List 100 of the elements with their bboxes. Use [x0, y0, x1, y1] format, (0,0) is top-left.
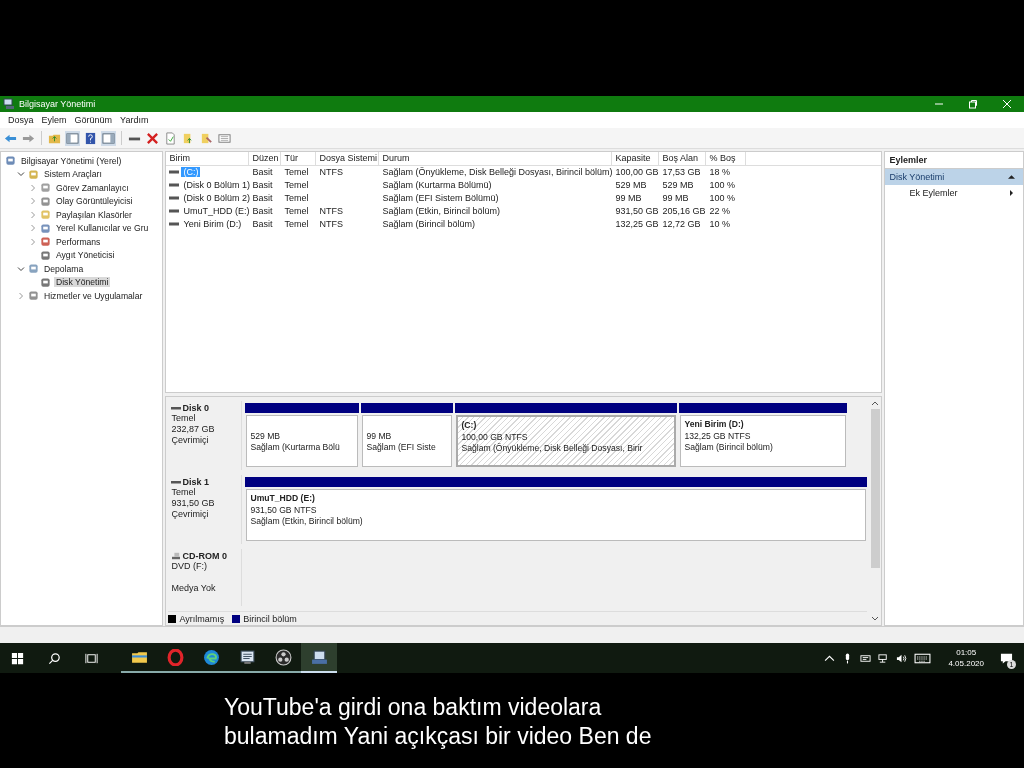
tree-node-icon	[28, 263, 39, 275]
computer-icon	[310, 648, 328, 666]
tree-item[interactable]: Aygıt Yöneticisi	[54, 250, 117, 261]
table-cell-text: 100 %	[708, 180, 736, 191]
partition-name: (C:)	[461, 420, 478, 432]
menu-item[interactable]: Eylem	[37, 115, 71, 125]
drive-icon	[169, 169, 180, 176]
tree-node-icon	[40, 182, 51, 194]
tree-node-icon	[5, 155, 16, 167]
ring-icon	[166, 648, 184, 666]
tree-item[interactable]: Disk Yönetimi	[54, 277, 111, 288]
help-icon[interactable]	[83, 130, 98, 146]
table-cell[interactable]: (Disk 0 Bölüm 2)	[181, 193, 252, 203]
volume-icon[interactable]	[896, 652, 908, 664]
tree-node-icon	[40, 222, 51, 234]
drive-icon	[169, 195, 180, 201]
partition-box[interactable]: UmuT_HDD (E:) 931,50 GB NTFS Sağlam (Etkin, Birincil bölüm)	[246, 489, 867, 541]
notification-icon[interactable]	[999, 651, 1013, 665]
disk-info: Temel	[171, 413, 197, 424]
table-cell[interactable]: UmuT_HDD (E:)	[181, 205, 252, 216]
close-icon[interactable]	[1002, 99, 1012, 109]
action-item[interactable]: Ek Eylemler	[909, 188, 958, 198]
window-title: Bilgisayar Yönetimi	[19, 99, 96, 109]
computer-icon	[3, 98, 15, 110]
partition-status: Sağlam (Etkin, Birincil bölüm)	[250, 516, 364, 528]
disk-info: Temel	[171, 487, 197, 498]
partition-box[interactable]: Yeni Birim (D:) 132,25 GB NTFS Sağlam (Birincil bölüm)	[680, 415, 847, 467]
subtitle-line: YouTube'a girdi ona baktım videolara	[224, 693, 603, 722]
input-method-icon[interactable]	[860, 652, 872, 664]
mmc-taskbar-button[interactable]	[301, 643, 337, 673]
partition-box[interactable]: 99 MB Sağlam (EFI Siste	[362, 415, 453, 467]
disk-info: Çevrimiçi	[171, 435, 210, 446]
table-cell-text: Basit	[251, 180, 274, 191]
disk-info: DVD (F:)	[171, 561, 208, 572]
partition-size: 132,25 GB NTFS	[684, 430, 752, 442]
disk-info: Medya Yok	[171, 583, 217, 594]
partition-status: Sağlam (EFI Siste	[366, 442, 437, 454]
table-cell-text: 529 MB	[614, 180, 648, 191]
tree-item[interactable]: Olay Görüntüleyicisi	[54, 196, 135, 207]
partition-box[interactable]: 529 MB Sağlam (Kurtarma Bölü	[246, 415, 359, 467]
tree-item[interactable]: Bilgisayar Yönetimi (Yerel)	[19, 155, 124, 166]
table-cell[interactable]: Yeni Birim (D:)	[181, 218, 244, 229]
table-cell-text: Sağlam (Birincil bölüm)	[381, 218, 476, 229]
column-header[interactable]: Düzen	[249, 152, 282, 165]
disk-name: Disk 1	[182, 477, 209, 487]
disk-info: 232,87 GB	[171, 424, 216, 435]
menu-item[interactable]: Görünüm	[70, 115, 117, 125]
column-header[interactable]: % Boş	[706, 152, 747, 165]
network-icon[interactable]	[878, 652, 890, 664]
start-icon[interactable]	[10, 650, 25, 666]
drive-icon	[169, 182, 180, 189]
keyboard-icon[interactable]	[914, 652, 932, 664]
actions-section[interactable]: Disk Yönetimi	[885, 169, 1023, 185]
tree-item[interactable]: Sistem Araçları	[42, 169, 104, 180]
table-cell-text: Temel	[283, 218, 310, 229]
table-cell-text: 529 MB	[661, 180, 695, 191]
monitor-icon	[238, 648, 256, 666]
scroll-up-icon[interactable]	[871, 400, 880, 406]
column-header[interactable]: Boş Alan	[659, 152, 707, 165]
tree-node-icon	[40, 209, 51, 221]
tree-item[interactable]: Paylaşılan Klasörler	[54, 209, 134, 220]
tree-item[interactable]: Yerel Kullanıcılar ve Gru	[54, 223, 151, 234]
menu-item[interactable]: Yardım	[116, 115, 153, 125]
maximize-icon[interactable]	[968, 99, 978, 109]
drive-icon	[169, 207, 180, 214]
partition-size: 931,50 GB NTFS	[250, 504, 318, 516]
drive-icon	[169, 220, 180, 227]
disk-info: 931,50 GB	[171, 498, 216, 509]
table-cell-text: 205,16 GB	[661, 205, 707, 216]
tree-item[interactable]: Depolama	[42, 263, 86, 274]
column-header[interactable]: Durum	[379, 152, 613, 165]
table-cell-text: 100,00 GB	[614, 167, 660, 178]
clock[interactable]: 01:05 4.05.2020	[948, 647, 984, 669]
tree-item[interactable]: Performans	[54, 236, 103, 247]
column-header[interactable]: Kapasite	[612, 152, 660, 165]
tree-node-icon	[40, 276, 51, 288]
column-header[interactable]: Birim	[166, 152, 250, 165]
column-header[interactable]: Tür	[281, 152, 317, 165]
menu-item[interactable]: Dosya	[4, 115, 38, 125]
partition-status: Sağlam (Önyükleme, Disk Belleği Dosyası, Birir	[461, 443, 644, 455]
column-header[interactable]: Dosya Sistemi	[316, 152, 380, 165]
tree-item[interactable]: Görev Zamanlayıcı	[54, 182, 131, 193]
partition-box[interactable]: (C:) 100,00 GB NTFS Sağlam (Önyükleme, Disk Belleği Dosyası, Birir	[456, 415, 677, 467]
cd-drive-icon	[171, 552, 182, 560]
table-cell-text: Temel	[283, 205, 310, 216]
panel-icon[interactable]	[101, 130, 116, 146]
tree-node-icon	[28, 290, 39, 302]
table-cell-text: 99 MB	[661, 193, 690, 203]
tree-item[interactable]: Hizmetler ve Uygulamalar	[42, 290, 145, 301]
table-cell-text: 12,72 GB	[661, 218, 702, 229]
scroll-down-icon[interactable]	[871, 616, 880, 622]
panel-icon[interactable]	[65, 130, 80, 146]
table-cell-text: NTFS	[318, 167, 344, 178]
caret-icon[interactable]	[824, 652, 836, 664]
table-cell-text: NTFS	[318, 205, 344, 216]
table-cell[interactable]: (Disk 0 Bölüm 1)	[181, 180, 252, 191]
collapse-icon[interactable]	[1008, 174, 1015, 180]
search-icon[interactable]	[47, 650, 62, 666]
delete-icon[interactable]	[145, 130, 160, 146]
table-cell-text: Basit	[251, 193, 274, 203]
